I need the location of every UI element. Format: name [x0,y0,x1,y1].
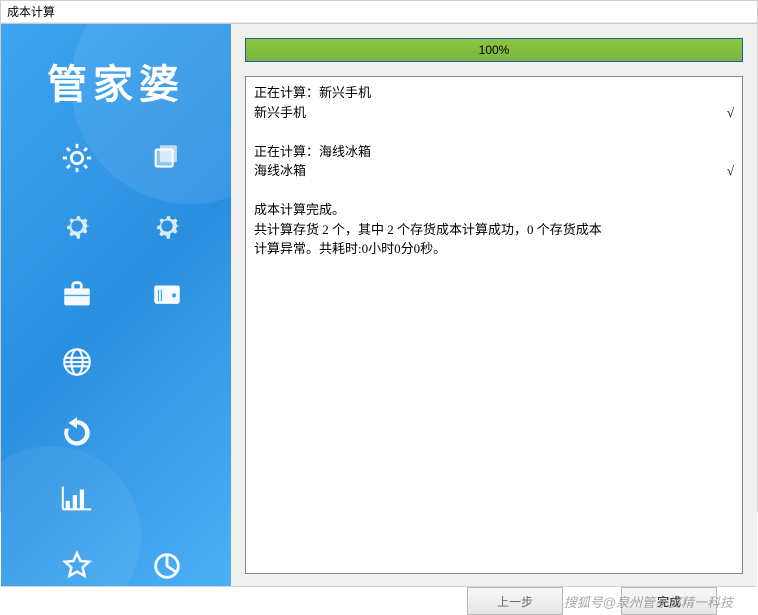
log-line: 新兴手机 √ [254,103,734,123]
footer: 上一步 完成 搜狐号@泉州管家婆精一科技 [1,586,757,615]
log-text [254,181,257,201]
progress-bar: 100% [245,38,743,62]
sidebar: 管家婆 [1,24,231,586]
log-output[interactable]: 正在计算：新兴手机新兴手机 √ 正在计算：海线冰箱海线冰箱 √ 成本计算完成。共计算… [245,76,743,574]
log-line: 共计算存货 2 个，其中 2 个存货成本计算成功，0 个存货成本 [254,220,734,240]
log-text: 成本计算完成。 [254,200,345,220]
content-area: 管家婆 100% 正在 [1,23,757,586]
log-text: 海线冰箱 [254,161,306,181]
sun-icon [57,138,97,178]
brand-logo: 管家婆 [1,24,231,128]
log-line [254,122,734,142]
gear-icon [57,206,97,246]
progress-label: 100% [246,39,742,61]
finish-button[interactable]: 完成 [621,587,717,615]
log-text [254,122,257,142]
log-text: 新兴手机 [254,103,306,123]
cost-calc-window: 成本计算 管家婆 [0,0,758,512]
wallet-icon [147,274,187,314]
main-panel: 100% 正在计算：新兴手机新兴手机 √ 正在计算：海线冰箱海线冰箱 √ 成本计算完… [231,24,757,586]
log-text: 正在计算：海线冰箱 [254,142,371,162]
gear-icon [147,206,187,246]
log-text: 计算异常。共耗时:0小时0分0秒。 [254,239,446,259]
log-text: 共计算存货 2 个，其中 2 个存货成本计算成功，0 个存货成本 [254,220,602,240]
sidebar-icon-grid [1,128,231,586]
log-line: 计算异常。共耗时:0小时0分0秒。 [254,239,734,259]
check-icon: √ [727,103,734,123]
window-title: 成本计算 [1,1,757,23]
pie-icon [147,546,187,586]
log-line: 成本计算完成。 [254,200,734,220]
undo-icon [57,410,97,450]
log-line: 海线冰箱 √ [254,161,734,181]
star-icon [57,546,97,586]
log-line [254,181,734,201]
stack-icon [147,138,187,178]
log-line: 正在计算：海线冰箱 [254,142,734,162]
log-text: 正在计算：新兴手机 [254,83,371,103]
log-line: 正在计算：新兴手机 [254,83,734,103]
chart-icon [57,478,97,518]
briefcase-icon [57,274,97,314]
globe-icon [57,342,97,382]
prev-button[interactable]: 上一步 [467,587,563,615]
check-icon: √ [727,161,734,181]
